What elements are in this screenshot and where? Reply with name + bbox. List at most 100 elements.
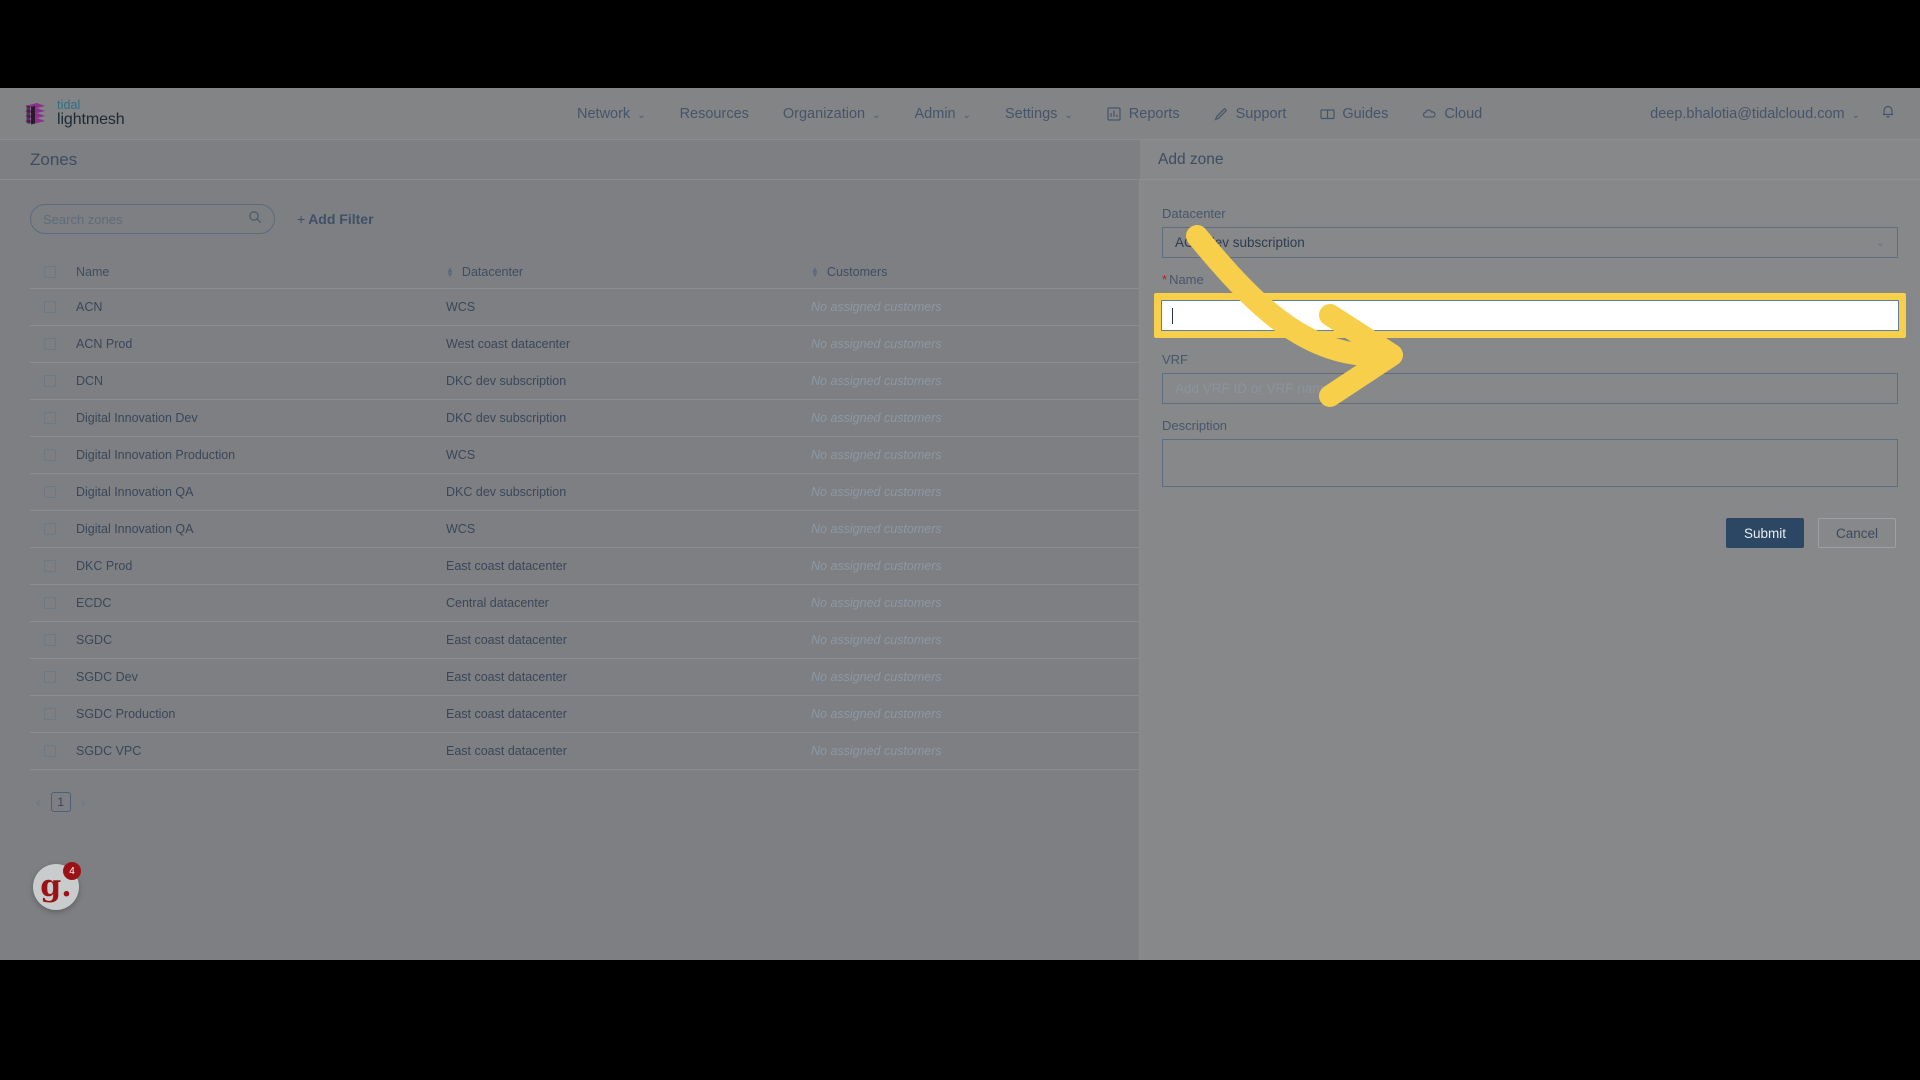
row-checkbox[interactable]	[44, 523, 56, 535]
brand-logo[interactable]: tidal lightmesh	[22, 98, 125, 129]
cancel-button[interactable]: Cancel	[1817, 518, 1896, 548]
table-row[interactable]: ECDC Central datacenter No assigned custom…	[30, 584, 1139, 622]
table-row[interactable]: Digital Innovation Dev DKC dev subscripti…	[30, 399, 1139, 437]
name-field-highlight	[1154, 293, 1906, 338]
cell-name: ECDC	[76, 584, 446, 622]
table-row[interactable]: Digital Innovation Production WCS No assig…	[30, 436, 1139, 474]
pagination-next-button[interactable]: ›	[81, 794, 86, 810]
row-checkbox[interactable]	[44, 486, 56, 498]
row-checkbox[interactable]	[44, 708, 56, 720]
no-customers-label: No assigned customers	[811, 707, 942, 721]
nav-label: Support	[1235, 106, 1287, 122]
row-checkbox[interactable]	[44, 634, 56, 646]
nav-label: Cloud	[1444, 106, 1483, 122]
datacenter-field: Datacenter ACN dev subscription ⌄	[1162, 206, 1898, 258]
row-checkbox[interactable]	[44, 375, 56, 387]
row-checkbox[interactable]	[44, 338, 56, 350]
table-row[interactable]: SGDC East coast datacenter No assigned cus…	[30, 621, 1139, 659]
cell-name: Digital Innovation Dev	[76, 399, 446, 437]
name-label-text: Name	[1169, 272, 1204, 287]
bell-icon[interactable]	[1880, 103, 1896, 125]
cell-name: Digital Innovation QA	[76, 510, 446, 548]
search-zones-box[interactable]	[30, 204, 275, 234]
cell-datacenter: Central datacenter	[446, 584, 811, 622]
nav-label: Reports	[1128, 106, 1180, 122]
table-row[interactable]: Digital Innovation QA DKC dev subscriptio…	[30, 473, 1139, 511]
nav-item-admin[interactable]: Admin ⌄	[898, 88, 989, 140]
select-all-checkbox[interactable]	[44, 266, 56, 278]
select-all-header	[30, 256, 76, 289]
zones-table: Name ▲ ▼ Datacenter ▲ ▼ Customers ACN WC…	[30, 256, 1139, 770]
nav-right-cluster: deep.bhalotia@tidalcloud.com ⌄	[1650, 88, 1902, 140]
sort-toggle-icon[interactable]: ▲ ▼	[811, 266, 819, 279]
table-row[interactable]: SGDC Dev East coast datacenter No assigned…	[30, 658, 1139, 696]
cell-name: Digital Innovation QA	[76, 473, 446, 511]
nav-item-network[interactable]: Network ⌄	[560, 88, 663, 140]
table-row[interactable]: SGDC Production East coast datacenter No a…	[30, 695, 1139, 733]
search-icon[interactable]	[248, 210, 262, 229]
row-select-cell	[30, 584, 76, 622]
cell-name: SGDC VPC	[76, 732, 446, 770]
nav-label: Resources	[679, 106, 749, 122]
description-textarea[interactable]	[1162, 439, 1898, 487]
cell-datacenter: DKC dev subscription	[446, 399, 811, 437]
cloud-icon	[1422, 107, 1437, 122]
table-row[interactable]: DKC Prod East coast datacenter No assigned…	[30, 547, 1139, 585]
column-header-name[interactable]: Name	[76, 256, 446, 289]
row-checkbox[interactable]	[44, 560, 56, 572]
nav-item-organization[interactable]: Organization ⌄	[766, 88, 898, 140]
row-checkbox[interactable]	[44, 671, 56, 683]
form-actions: Submit Cancel	[1162, 518, 1898, 548]
name-input[interactable]	[1161, 300, 1899, 331]
column-header-customers[interactable]: ▲ ▼ Customers	[811, 256, 1139, 289]
cell-customers: No assigned customers	[811, 695, 1139, 733]
cell-customers: No assigned customers	[811, 584, 1139, 622]
cell-name: DKC Prod	[76, 547, 446, 585]
chevron-down-icon: ⌄	[872, 109, 881, 121]
nav-label: Guides	[1342, 106, 1389, 122]
cell-name: SGDC Production	[76, 695, 446, 733]
pagination-page-1[interactable]: 1	[50, 792, 71, 812]
row-checkbox[interactable]	[44, 301, 56, 313]
sort-toggle-icon[interactable]: ▲ ▼	[446, 266, 454, 279]
row-checkbox[interactable]	[44, 745, 56, 757]
add-filter-button[interactable]: + Add Filter	[297, 211, 374, 227]
nav-item-resources[interactable]: Resources	[663, 88, 766, 140]
table-row[interactable]: DCN DKC dev subscription No assigned custo…	[30, 362, 1139, 400]
cell-customers: No assigned customers	[811, 288, 1139, 326]
user-account-menu[interactable]: deep.bhalotia@tidalcloud.com ⌄	[1650, 88, 1860, 140]
nav-item-support[interactable]: Support	[1197, 88, 1304, 140]
row-checkbox[interactable]	[44, 412, 56, 424]
search-input[interactable]	[43, 211, 248, 227]
table-header-row: Name ▲ ▼ Datacenter ▲ ▼ Customers	[30, 256, 1139, 289]
help-widget-button[interactable]: g. 4	[33, 862, 81, 910]
submit-button[interactable]: Submit	[1725, 518, 1804, 548]
add-zone-drawer: Add zone Datacenter ACN dev subscription…	[1140, 140, 1920, 960]
no-customers-label: No assigned customers	[811, 670, 942, 684]
column-label: Customers	[826, 265, 888, 279]
nav-item-settings[interactable]: Settings ⌄	[988, 88, 1090, 140]
table-row[interactable]: ACN Prod West coast datacenter No assigned…	[30, 325, 1139, 363]
page-title: Zones	[30, 149, 78, 169]
nav-item-reports[interactable]: Reports	[1090, 88, 1197, 140]
cell-datacenter: East coast datacenter	[446, 621, 811, 659]
table-row[interactable]: SGDC VPC East coast datacenter No assigned…	[30, 732, 1139, 770]
cell-customers: No assigned customers	[811, 510, 1139, 548]
table-row[interactable]: Digital Innovation QA WCS No assigned cust…	[30, 510, 1139, 548]
vrf-input[interactable]	[1162, 373, 1898, 404]
cell-datacenter: East coast datacenter	[446, 732, 811, 770]
vrf-field: VRF	[1162, 352, 1898, 404]
nav-label: Admin	[914, 106, 956, 122]
column-header-datacenter[interactable]: ▲ ▼ Datacenter	[446, 256, 811, 289]
row-checkbox[interactable]	[44, 449, 56, 461]
nav-item-guides[interactable]: Guides	[1303, 88, 1405, 140]
row-checkbox[interactable]	[44, 597, 56, 609]
zones-main-pane: +Add Filter Name	[0, 180, 1140, 960]
text-cursor	[1172, 307, 1173, 324]
pagination-prev-button[interactable]: ‹	[36, 794, 41, 810]
no-customers-label: No assigned customers	[811, 559, 942, 573]
datacenter-select[interactable]: ACN dev subscription ⌄	[1162, 227, 1898, 258]
table-row[interactable]: ACN WCS No assigned customers	[30, 288, 1139, 326]
nav-item-cloud[interactable]: Cloud	[1405, 88, 1499, 140]
chevron-down-icon: ⌄	[637, 109, 646, 121]
